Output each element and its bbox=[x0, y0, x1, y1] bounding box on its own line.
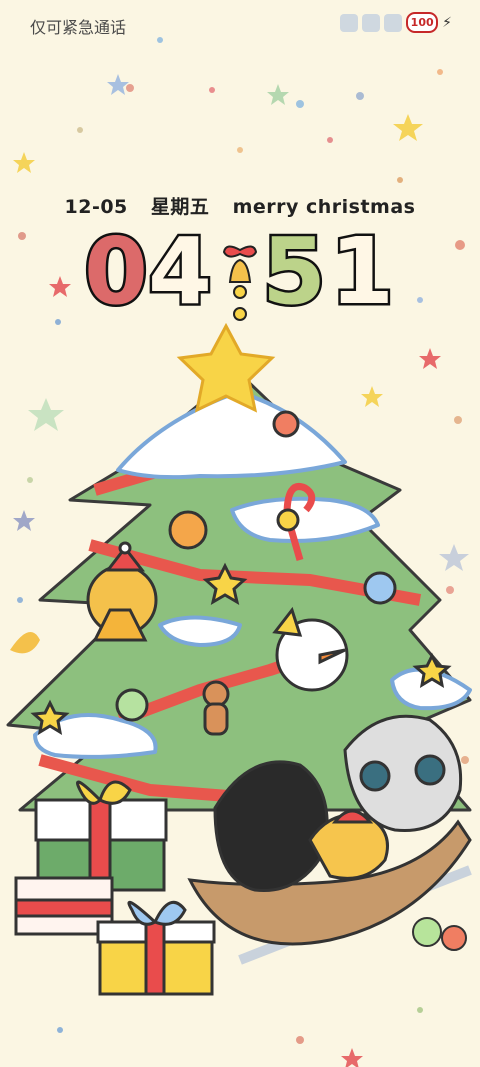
weekday-text: 星期五 bbox=[150, 196, 210, 218]
date-line: 12-05 星期五 merry christmas bbox=[0, 192, 480, 219]
bell-colon-icon bbox=[222, 245, 258, 321]
christmas-wallpaper bbox=[0, 0, 480, 1067]
clock-minute-ones: 1 bbox=[327, 218, 396, 325]
clock-minute-tens: 5 bbox=[259, 218, 328, 325]
clock-hour-tens: 0 bbox=[81, 218, 150, 325]
ornament-red bbox=[441, 925, 467, 951]
status-bar: 仅可紧急通话 100 ⚡ bbox=[0, 0, 480, 48]
notification-icon bbox=[340, 13, 359, 32]
clock-hour-ones: 4 bbox=[145, 218, 214, 325]
notification-icon bbox=[362, 13, 381, 32]
carrier-text: 仅可紧急通话 bbox=[30, 18, 127, 37]
greeting-text: merry christmas bbox=[232, 196, 416, 218]
status-icons: 100 ⚡ bbox=[340, 12, 452, 33]
notification-icon bbox=[384, 13, 403, 32]
gingerbread-man bbox=[202, 680, 230, 736]
battery-icon: 100 bbox=[406, 12, 439, 33]
lockscreen-clock: 0 4 5 1 bbox=[0, 218, 480, 325]
date-text: 12-05 bbox=[64, 196, 128, 218]
ornament-green bbox=[412, 917, 442, 947]
charging-icon: ⚡ bbox=[442, 14, 452, 31]
